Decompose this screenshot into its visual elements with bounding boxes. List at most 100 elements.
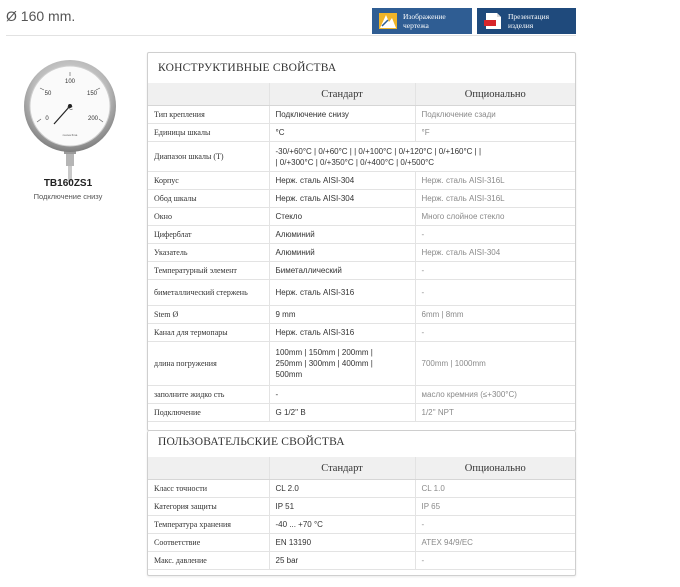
standard-value: Алюминий (268, 225, 415, 244)
optional-value: - (414, 515, 575, 534)
construction-title: КОНСТРУКТИВНЫЕ СВОЙСТВА (158, 62, 337, 74)
product-image: 0 50 100 150 200 °C nuova fima (20, 60, 120, 190)
value-line: IP 65 (421, 502, 441, 511)
scale-label-50: 50 (45, 91, 52, 97)
value-line: IP 51 (275, 502, 295, 511)
value-line: °C (275, 128, 285, 137)
value-line: Нерж. сталь AISI-304 (421, 248, 501, 257)
optional-value: Нерж. сталь AISI-316L (414, 171, 575, 190)
scale-label-100: 100 (65, 79, 76, 85)
table-row: Указатель Алюминий Нерж. сталь AISI-304 (148, 243, 575, 262)
table-row: Обод шкалы Нерж. сталь AISI-304 Нерж. стал… (148, 189, 575, 208)
value-line: 100mm | 150mm | 200mm | (275, 348, 373, 357)
optional-value: Нерж. сталь AISI-316L (414, 189, 575, 208)
row-label: Температурный элемент (148, 261, 269, 280)
thermometer-gauge-icon: 0 50 100 150 200 °C nuova fima (24, 60, 116, 182)
value-line: Алюминий (275, 248, 315, 257)
header-empty (148, 457, 269, 480)
value-line: ATEX 94/9/EC (421, 538, 473, 547)
optional-value: °F (414, 123, 575, 142)
value-line: 700mm | 1000mm (421, 359, 486, 368)
value-line: EN 13190 (275, 538, 312, 547)
optional-value: Нерж. сталь AISI-304 (414, 243, 575, 262)
row-label: Макс. давление (148, 551, 269, 570)
standard-value: Нерж. сталь AISI-304 (268, 171, 415, 190)
header-standard: Стандарт (268, 457, 415, 480)
presentation-label-1: Презентация (508, 12, 550, 21)
pdf-icon (484, 13, 501, 29)
drawing-icon (379, 13, 397, 29)
construction-table: Стандарт Опционально Тип крепления Подклю… (148, 83, 575, 422)
row-label: Тип крепления (148, 105, 269, 124)
header-empty (148, 83, 269, 106)
value-line: Стекло (275, 212, 303, 221)
standard-value: Алюминий (268, 243, 415, 262)
value-line: Нерж. сталь AISI-316L (421, 176, 505, 185)
row-label: Обод шкалы (148, 189, 269, 208)
value-line: | 0/+300°C | 0/+350°C | 0/+400°C | 0/+50… (275, 157, 435, 167)
standard-value: IP 51 (268, 497, 415, 516)
standard-value: G 1/2'' B (268, 403, 415, 422)
user-title: ПОЛЬЗОВАТЕЛЬСКИЕ СВОЙСТВА (158, 436, 345, 448)
optional-value: 700mm | 1000mm (414, 341, 575, 386)
value-line: G 1/2'' B (275, 408, 306, 417)
header-standard: Стандарт (268, 83, 415, 106)
value-line: Биметаллический (275, 266, 342, 275)
header-optional: Опционально (414, 457, 575, 480)
value-line: масло кремния (≤+300°C) (421, 390, 517, 399)
table-row: Категория защиты IP 51 IP 65 (148, 497, 575, 516)
value-line: Нерж. сталь AISI-316 (275, 328, 355, 337)
value-line: Нерж. сталь AISI-304 (275, 176, 355, 185)
row-label: Корпус (148, 171, 269, 190)
optional-value: Много слойное стекло (414, 207, 575, 226)
row-label: Подключение (148, 403, 269, 422)
optional-value: - (414, 261, 575, 280)
value-line: 500mm (275, 370, 303, 379)
standard-value: Подключение снизу (268, 105, 415, 124)
table-row: Единицы шкалы °C °F (148, 123, 575, 142)
standard-value: Стекло (268, 207, 415, 226)
standard-value: -40 ... +70 °C (268, 515, 415, 534)
row-label: Канал для термопары (148, 323, 269, 342)
drawing-label-1: Изображение (403, 12, 446, 21)
standard-value: Нерж. сталь AISI-316 (268, 323, 415, 342)
value-line: -40 ... +70 °C (275, 520, 323, 529)
table-row: Температура хранения -40 ... +70 °C - (148, 515, 575, 534)
diameter-label: Ø 160 mm. (6, 8, 76, 24)
value-line: - (421, 230, 425, 239)
optional-value: 1/2'' NPT (414, 403, 575, 422)
table-row: заполните жидко сть - масло кремния (≤+300… (148, 385, 575, 404)
scale-label-150: 150 (87, 91, 98, 97)
value-line: Много слойное стекло (421, 212, 505, 221)
row-label: длина погружения (148, 341, 269, 386)
value-line: - (421, 328, 425, 337)
table-row: Класс точности CL 2.0 CL 1.0 (148, 479, 575, 498)
divider (6, 35, 576, 36)
optional-value: CL 1.0 (414, 479, 575, 498)
value-line: 1/2'' NPT (421, 408, 454, 417)
row-label: Температура хранения (148, 515, 269, 534)
standard-value: Нерж. сталь AISI-304 (268, 189, 415, 208)
model-name: TB160ZS1 (43, 178, 93, 189)
scale-label-200: 200 (88, 116, 99, 122)
drawing-label-2: чертежа (403, 21, 429, 30)
standard-value: CL 2.0 (268, 479, 415, 498)
optional-value: ATEX 94/9/EC (414, 533, 575, 552)
row-label: биметаллический стержень (148, 279, 269, 306)
drawing-button[interactable]: Изображение чертежа (372, 8, 472, 34)
value-line: - (421, 556, 425, 565)
presentation-label-2: изделия (508, 21, 534, 30)
presentation-button[interactable]: Презентация изделия (477, 8, 576, 34)
table-row: Окно Стекло Много слойное стекло (148, 207, 575, 226)
gauge-brand: nuova fima (63, 133, 78, 137)
optional-value: - (414, 279, 575, 306)
standard-value: 25 bar (268, 551, 415, 570)
row-label: Категория защиты (148, 497, 269, 516)
row-label: Класс точности (148, 479, 269, 498)
table-row: Тип крепления Подключение снизу Подключени… (148, 105, 575, 124)
standard-value: 100mm | 150mm | 200mm | 250mm | 300mm | 4… (268, 341, 415, 386)
row-label: Соответствие (148, 533, 269, 552)
standard-value: 9 mm (268, 305, 415, 324)
user-table: Стандарт Опционально Класс точности CL 2.… (148, 457, 575, 570)
optional-value: 6mm | 8mm (414, 305, 575, 324)
